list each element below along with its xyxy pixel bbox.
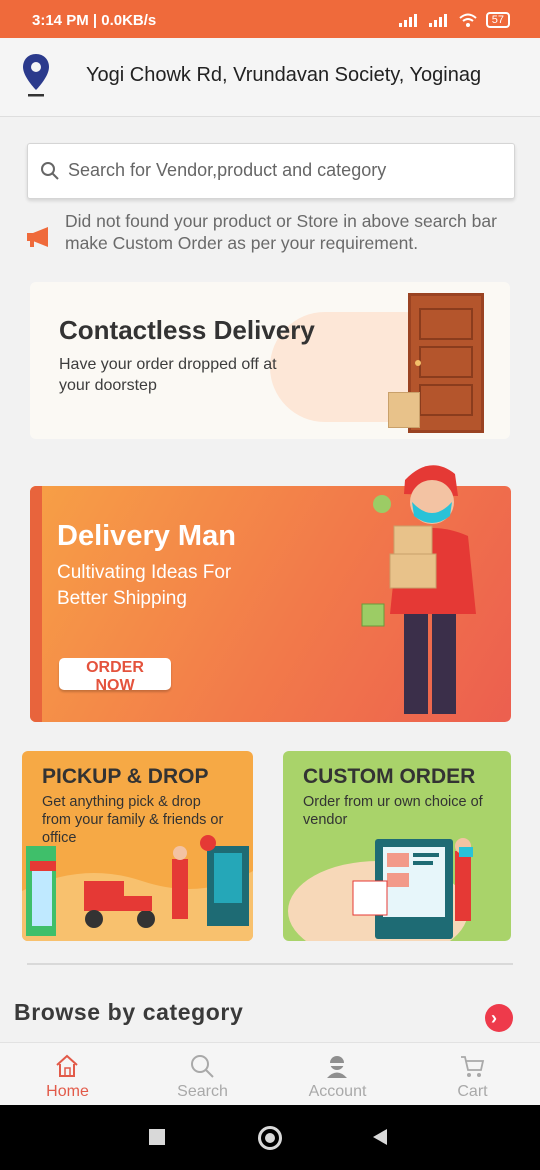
- battery-icon: 57: [485, 12, 510, 28]
- search-input[interactable]: [66, 144, 498, 196]
- status-icons: 57: [398, 12, 510, 28]
- search-icon: [191, 1055, 214, 1078]
- notice-text: Did not found your product or Store in a…: [65, 211, 497, 253]
- section-divider: [27, 963, 513, 965]
- delivery-man-illustration: [361, 465, 476, 714]
- parcel-illustration: [388, 392, 420, 428]
- signal-icon-2: [428, 14, 447, 27]
- nav-label: Cart: [457, 1083, 488, 1100]
- account-icon: [327, 1056, 347, 1078]
- back-button[interactable]: [371, 1128, 389, 1146]
- custom-order-tile[interactable]: CUSTOM ORDER Order from ur own choice of…: [283, 751, 511, 941]
- megaphone-icon: [27, 227, 48, 247]
- wifi-icon: [459, 13, 477, 27]
- pickup-scooter-illustration: [22, 835, 253, 941]
- nav-home[interactable]: Home: [0, 1043, 135, 1106]
- banner-title: Delivery Man: [57, 520, 236, 552]
- order-now-button[interactable]: ORDER NOW: [59, 658, 171, 694]
- nav-search[interactable]: Search: [135, 1043, 270, 1106]
- contactless-delivery-banner[interactable]: Contactless Delivery Have your order dro…: [30, 282, 510, 439]
- search-icon: [41, 162, 59, 180]
- status-time: 3:14 PM | 0.0KB/s: [32, 12, 157, 29]
- nav-cart[interactable]: Cart: [405, 1043, 540, 1106]
- banner-subtitle: Have your order dropped off at your door…: [59, 356, 277, 394]
- recents-button[interactable]: [149, 1129, 165, 1145]
- nav-account[interactable]: Account: [270, 1043, 405, 1106]
- delivery-man-banner[interactable]: Delivery Man Cultivating Ideas For Bette…: [30, 465, 511, 722]
- browse-category-next-button[interactable]: ›: [485, 1004, 513, 1032]
- custom-order-illustration: [288, 838, 473, 941]
- search-bar[interactable]: [27, 143, 515, 199]
- browse-category-heading: Browse by category: [14, 999, 244, 1025]
- status-bar: 3:14 PM | 0.0KB/s 57: [0, 0, 540, 38]
- nav-label: Search: [177, 1083, 228, 1100]
- home-button[interactable]: [258, 1126, 282, 1150]
- delivery-address[interactable]: Yogi Chowk Rd, Vrundavan Society, Yogina…: [86, 64, 526, 87]
- system-navigation-bar: [0, 1105, 540, 1170]
- chevron-right-icon: ›: [491, 1008, 497, 1028]
- home-icon: [56, 1054, 78, 1077]
- signal-icon: [398, 14, 417, 27]
- location-pin-icon: [23, 54, 49, 97]
- location-header[interactable]: Yogi Chowk Rd, Vrundavan Society, Yogina…: [0, 38, 540, 117]
- pickup-drop-tile[interactable]: PICKUP & DROP Get anything pick & drop f…: [22, 751, 253, 941]
- nav-label: Home: [46, 1083, 89, 1100]
- banner-title: Contactless Delivery: [59, 315, 315, 345]
- bottom-navigation: Home Search Account Cart: [0, 1042, 540, 1106]
- banner-subtitle: Cultivating Ideas For Better Shipping: [57, 562, 232, 609]
- nav-label: Account: [308, 1083, 367, 1100]
- cart-icon: [461, 1056, 485, 1077]
